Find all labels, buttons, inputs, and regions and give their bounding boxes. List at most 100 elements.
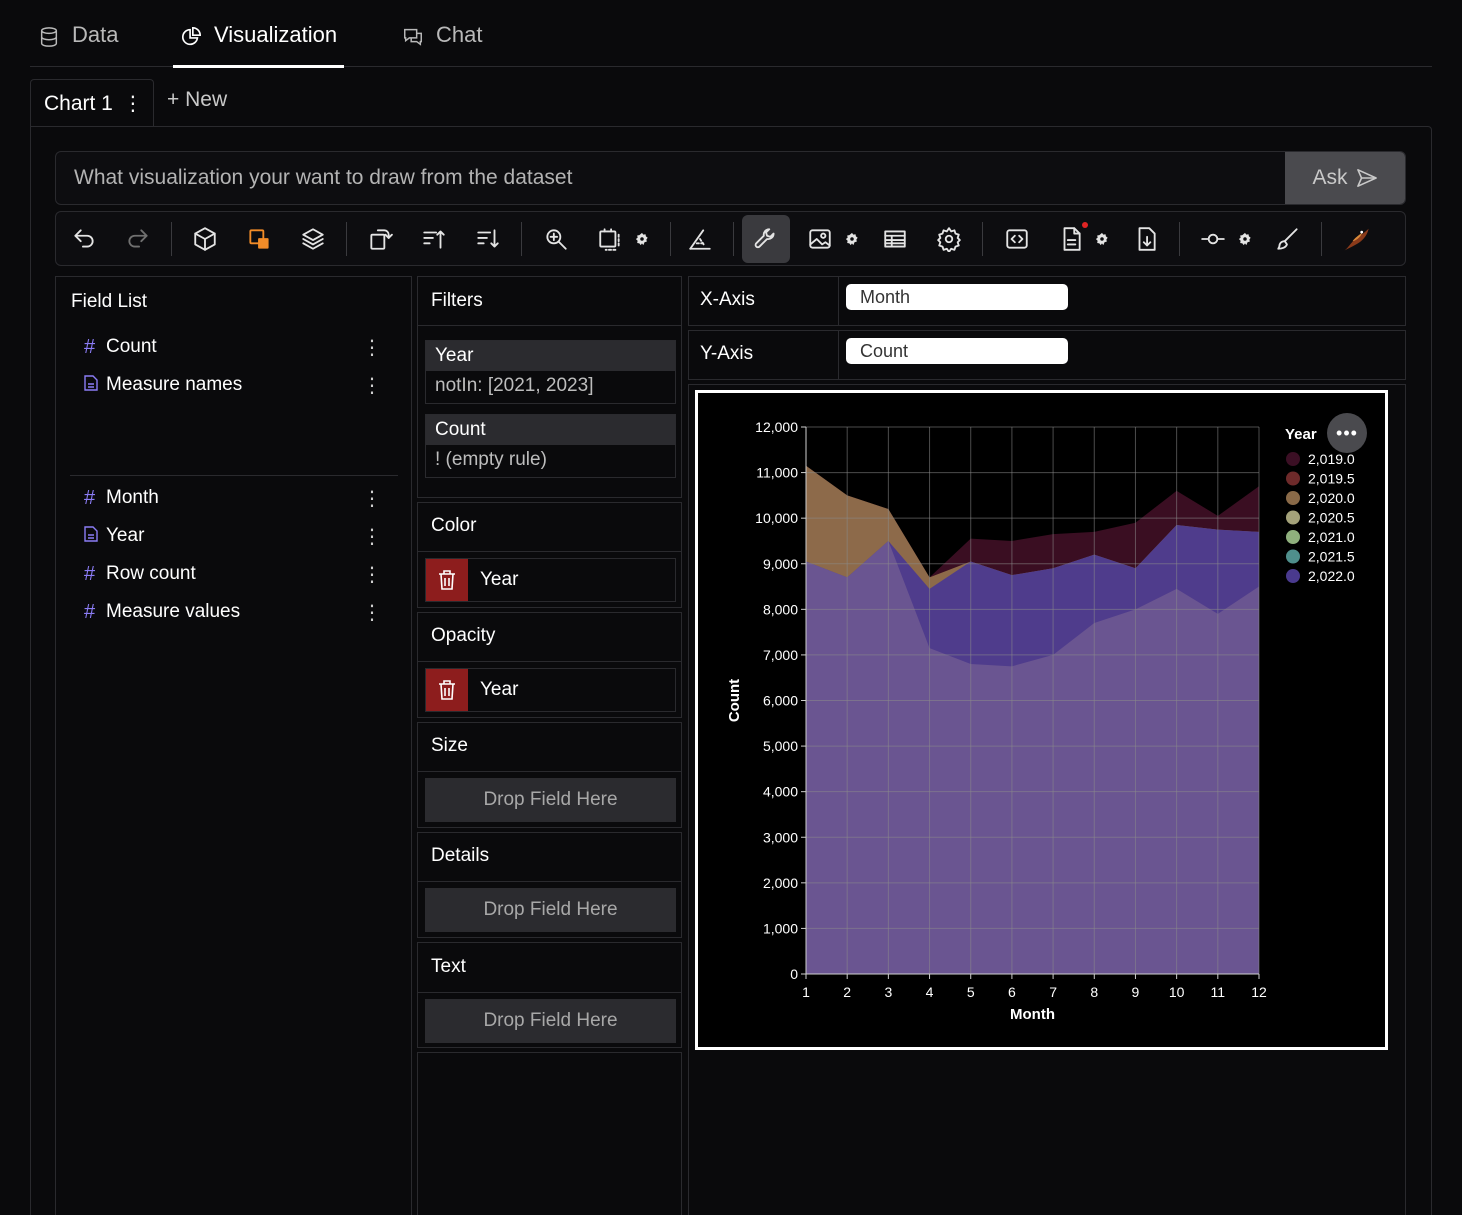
y-tick-label: 2,000 — [763, 875, 798, 891]
details-drop-zone[interactable]: Drop Field Here — [425, 888, 676, 932]
tab-data[interactable]: Data — [38, 22, 118, 67]
size-encoding-box: Size Drop Field Here — [417, 722, 682, 828]
layers-icon[interactable] — [293, 220, 333, 258]
resize-icon[interactable] — [590, 220, 630, 258]
y-axis-divider — [838, 331, 839, 379]
y-tick-label: 12,000 — [755, 419, 798, 435]
pie-chart-icon — [181, 27, 201, 46]
field-item[interactable]: # Measure values — [84, 597, 240, 627]
field-item[interactable]: Year — [84, 521, 144, 551]
size-drop-zone[interactable]: Drop Field Here — [425, 778, 676, 822]
sort-descending-icon[interactable] — [468, 220, 508, 258]
tab-data-label: Data — [72, 22, 119, 47]
table-icon[interactable] — [875, 220, 915, 258]
brush-icon[interactable] — [1268, 220, 1308, 258]
tab-visualization-label: Visualization — [214, 22, 338, 47]
field-item[interactable]: # Row count — [84, 559, 196, 589]
field-list-title: Field List — [71, 291, 148, 312]
download-icon[interactable] — [1126, 220, 1166, 258]
filter-rule: ! (empty rule) — [435, 449, 547, 470]
field-item[interactable]: # Count — [84, 332, 157, 362]
geometry-icon[interactable] — [239, 220, 279, 258]
code-icon[interactable] — [997, 220, 1037, 258]
legend-swatch — [1286, 530, 1300, 544]
field-list-panel: Field List # Count ⋮ Measure names ⋮ # M… — [55, 276, 412, 1215]
logo-icon[interactable] — [1336, 220, 1376, 258]
resize-settings-icon[interactable] — [633, 220, 651, 258]
field-menu-icon[interactable]: ⋮ — [362, 370, 382, 400]
trash-icon[interactable] — [426, 669, 468, 711]
chart-tab-label: Chart 1 — [44, 91, 113, 115]
text-divider — [418, 992, 681, 993]
zoom-icon[interactable] — [536, 220, 576, 258]
x-axis-field-pill[interactable]: Month — [846, 284, 1068, 310]
field-menu-icon[interactable]: ⋮ — [362, 597, 382, 627]
chart-more-options-icon[interactable]: ••• — [1327, 413, 1367, 453]
color-slot[interactable]: Year — [425, 558, 676, 602]
sort-ascending-icon[interactable] — [414, 220, 454, 258]
y-tick-label: 3,000 — [763, 829, 798, 845]
x-tick-label: 2 — [843, 984, 851, 1000]
y-axis-title: Count — [726, 679, 743, 722]
size-divider — [418, 771, 681, 772]
new-chart-button[interactable]: + New — [167, 88, 227, 112]
chat-icon — [404, 28, 422, 46]
x-tick-label: 10 — [1169, 984, 1185, 1000]
filter-item[interactable]: Count ! (empty rule) — [425, 414, 676, 478]
filters-divider — [418, 325, 681, 326]
filter-item[interactable]: Year notIn: [2021, 2023] — [425, 340, 676, 404]
x-tick-label: 11 — [1211, 984, 1226, 1000]
field-menu-icon[interactable]: ⋮ — [362, 559, 382, 589]
y-tick-label: 10,000 — [755, 510, 798, 526]
export-settings-icon[interactable] — [1093, 220, 1111, 258]
text-title: Text — [431, 956, 466, 977]
y-tick-label: 6,000 — [763, 693, 798, 709]
encoding-column-footer — [417, 1052, 682, 1215]
field-menu-icon[interactable]: ⋮ — [362, 483, 382, 513]
axis-icon[interactable] — [680, 220, 720, 258]
undo-icon[interactable] — [64, 220, 104, 258]
tab-chat[interactable]: Chat — [402, 22, 482, 67]
tab-visualization[interactable]: Visualization — [172, 22, 345, 68]
transpose-icon[interactable] — [360, 220, 400, 258]
y-tick-label: 1,000 — [763, 920, 798, 936]
line-toggle-icon[interactable] — [1193, 220, 1233, 258]
color-title: Color — [431, 515, 477, 536]
field-menu-icon[interactable]: ⋮ — [362, 521, 382, 551]
trash-icon[interactable] — [426, 559, 468, 601]
field-name: Measure values — [106, 601, 241, 622]
x-axis-label: X-Axis — [700, 289, 755, 310]
opacity-title: Opacity — [431, 625, 496, 646]
filters-box: Filters Year notIn: [2021, 2023] Count !… — [417, 276, 682, 498]
legend-swatch — [1286, 452, 1300, 466]
cube-icon[interactable] — [185, 220, 225, 258]
details-title: Details — [431, 845, 490, 866]
settings-icon[interactable] — [929, 220, 969, 258]
chart-tab-current[interactable]: Chart 1 ⋮ — [30, 79, 154, 127]
y-tick-label: 5,000 — [763, 738, 798, 754]
text-drop-zone[interactable]: Drop Field Here — [425, 999, 676, 1043]
field-item[interactable]: # Month — [84, 483, 159, 513]
redo-icon[interactable] — [118, 220, 158, 258]
field-menu-icon[interactable]: ⋮ — [362, 332, 382, 362]
opacity-field: Year — [480, 679, 519, 700]
image-icon[interactable] — [800, 220, 840, 258]
y-tick-label: 9,000 — [763, 556, 798, 572]
ask-input[interactable] — [56, 152, 1285, 204]
y-axis-field-pill[interactable]: Count — [846, 338, 1068, 364]
ask-button[interactable]: Ask — [1285, 152, 1405, 204]
opacity-slot[interactable]: Year — [425, 668, 676, 712]
field-item[interactable]: Measure names — [84, 370, 242, 400]
x-axis-row: X-Axis Month — [688, 276, 1406, 326]
field-name: Measure names — [106, 374, 243, 395]
line-settings-icon[interactable] — [1236, 220, 1254, 258]
wrench-icon[interactable] — [742, 215, 790, 263]
y-axis-label: Y-Axis — [700, 343, 754, 364]
legend-swatch — [1286, 471, 1300, 486]
kebab-menu-icon[interactable]: ⋮ — [123, 91, 143, 116]
ask-button-label: Ask — [1312, 166, 1348, 189]
image-settings-icon[interactable] — [843, 220, 861, 258]
measure-hash-icon: # — [84, 600, 96, 623]
legend-label: 2,021.0 — [1308, 529, 1355, 545]
field-name: Year — [106, 525, 145, 546]
